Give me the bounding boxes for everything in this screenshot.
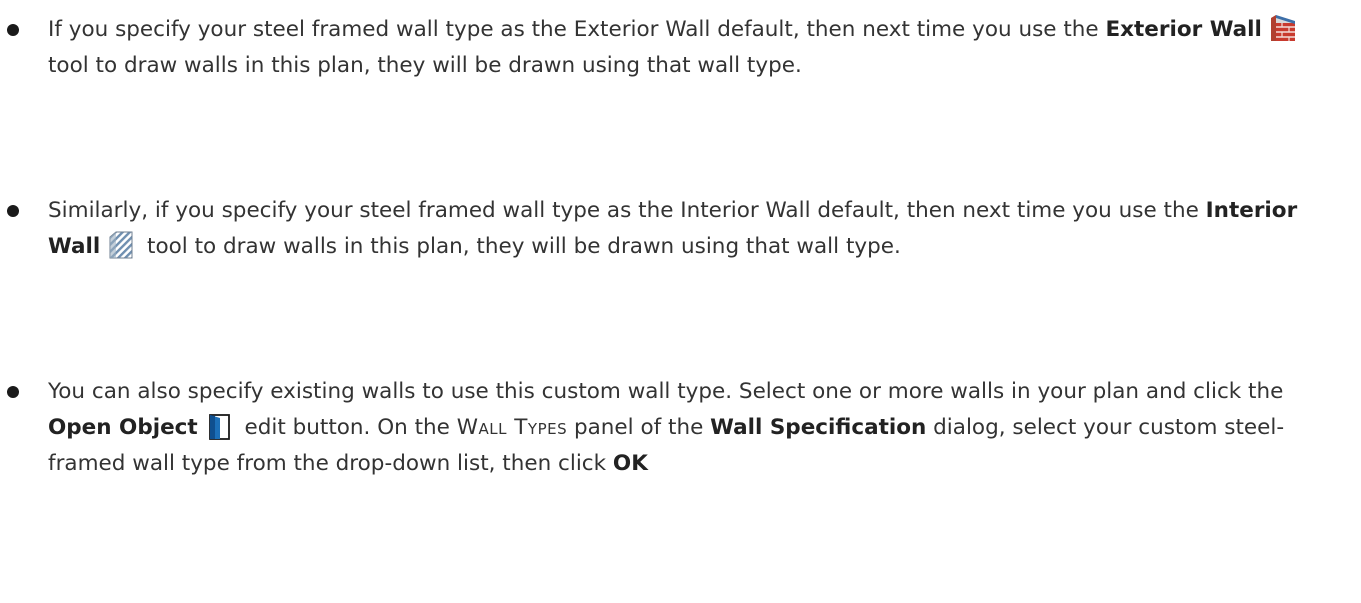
- open-object-tool-name: Open Object: [48, 415, 198, 440]
- wall-specification-dialog-name: Wall Specification: [710, 415, 927, 440]
- open-object-icon: [206, 412, 232, 440]
- bullet-dot: [7, 205, 19, 217]
- text: If you specify your steel framed wall ty…: [48, 17, 1106, 42]
- text: Similarly, if you specify your steel fra…: [48, 198, 1206, 223]
- wall-types-panel-name: Wall Types: [456, 415, 568, 440]
- list-item-interior-wall: Similarly, if you specify your steel fra…: [7, 193, 1338, 265]
- exterior-wall-tool-name: Exterior Wall: [1105, 17, 1262, 42]
- exterior-wall-tool-icon: [1270, 14, 1296, 42]
- list-item-open-object: You can also specify existing walls to u…: [7, 374, 1338, 482]
- text: tool to draw walls in this plan, they wi…: [48, 53, 802, 78]
- bullet-dot: [7, 386, 19, 398]
- ok-button-name: OK: [612, 451, 648, 476]
- text: You can also specify existing walls to u…: [48, 379, 1284, 404]
- text: edit button. On the: [237, 415, 457, 440]
- bullet-dot: [7, 24, 19, 36]
- text: panel of the: [567, 415, 711, 440]
- text: tool to draw walls in this plan, they wi…: [140, 234, 901, 259]
- interior-wall-tool-icon: [108, 231, 134, 259]
- document-content: If you specify your steel framed wall ty…: [0, 0, 1361, 603]
- list-item-exterior-wall: If you specify your steel framed wall ty…: [7, 12, 1338, 84]
